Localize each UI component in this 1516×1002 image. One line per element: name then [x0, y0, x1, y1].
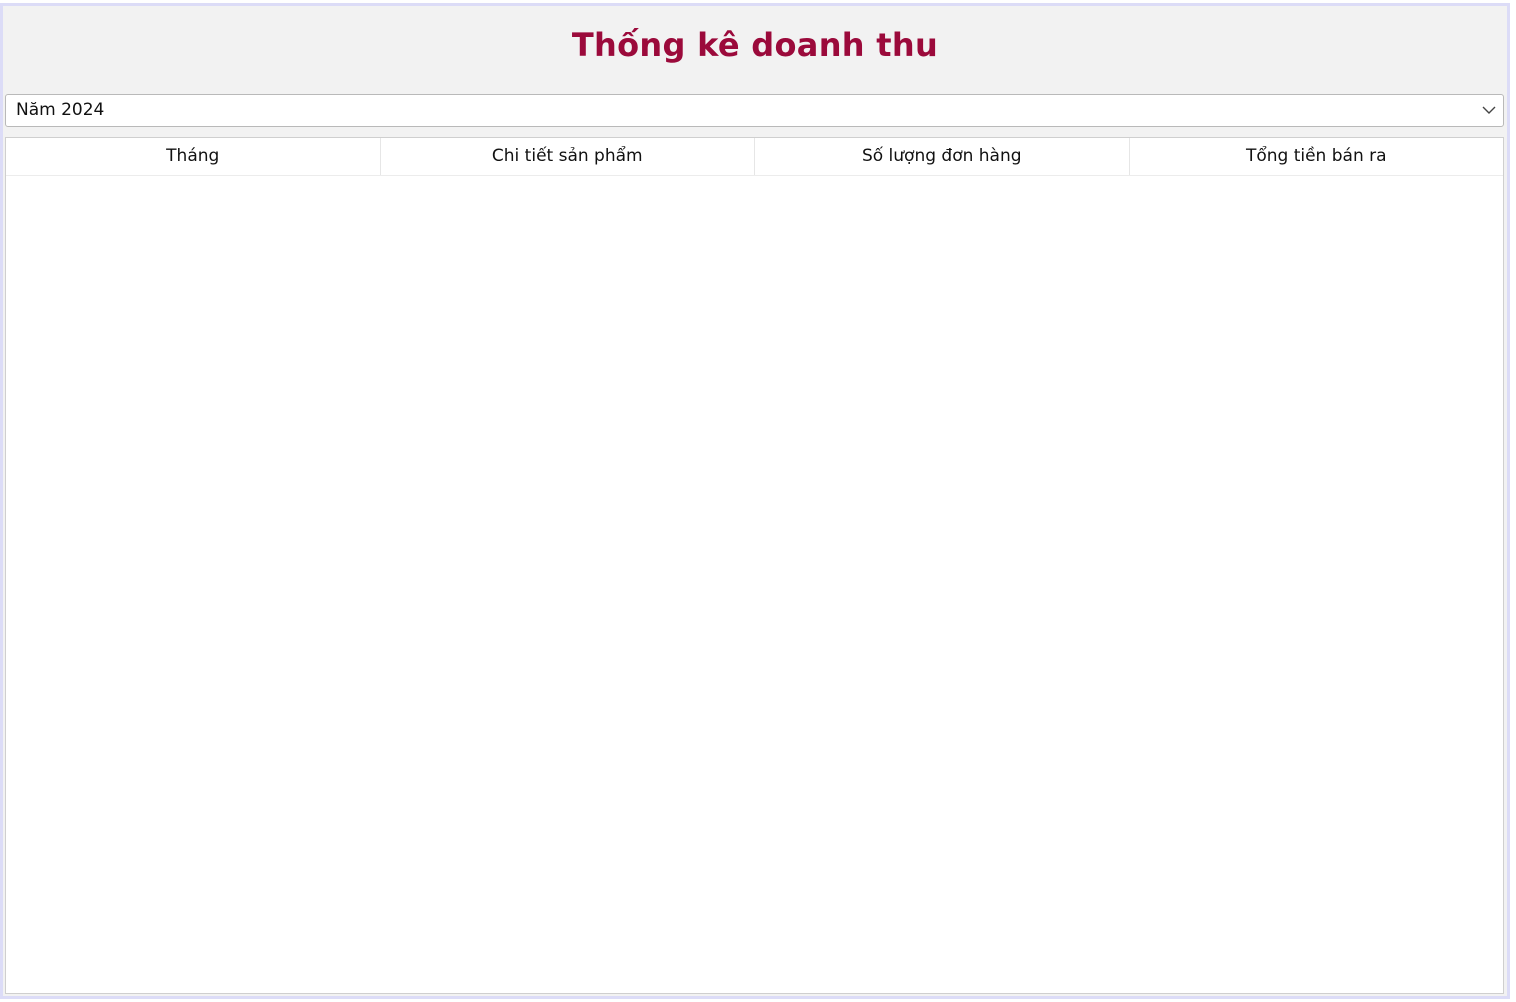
- year-select-value: Năm 2024: [16, 100, 105, 120]
- page-title: Thống kê doanh thu: [571, 26, 939, 64]
- column-header-product-details[interactable]: Chi tiết sản phẩm: [381, 138, 755, 175]
- year-select[interactable]: Năm 2024: [5, 94, 1504, 127]
- revenue-table[interactable]: Tháng Chi tiết sản phẩm Số lượng đơn hàn…: [5, 137, 1504, 994]
- revenue-statistics-window: Thống kê doanh thu Năm 2024 Tháng Chi ti…: [0, 3, 1510, 999]
- column-header-total-sales[interactable]: Tổng tiền bán ra: [1130, 138, 1504, 175]
- column-header-order-count[interactable]: Số lượng đơn hàng: [755, 138, 1130, 175]
- table-body[interactable]: [6, 176, 1503, 993]
- table-header: Tháng Chi tiết sản phẩm Số lượng đơn hàn…: [6, 138, 1503, 176]
- column-header-month[interactable]: Tháng: [6, 138, 381, 175]
- chevron-down-icon[interactable]: [1481, 103, 1497, 117]
